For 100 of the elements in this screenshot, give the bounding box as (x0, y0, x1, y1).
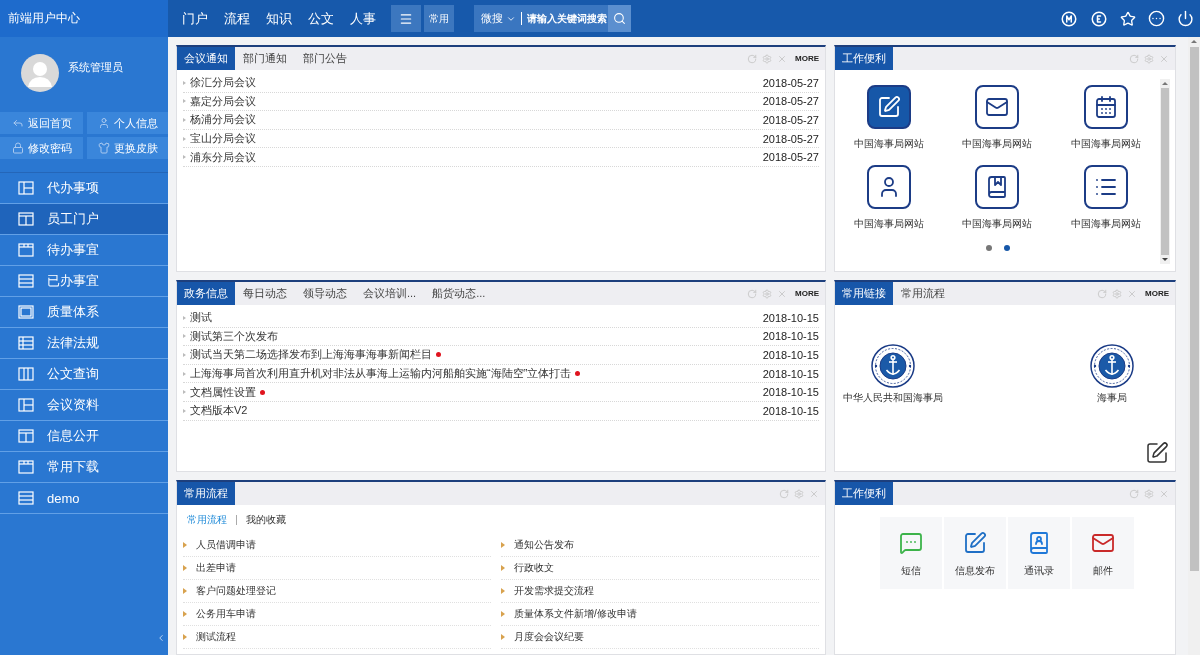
process-item[interactable]: 人员借调申请 (183, 534, 491, 557)
panel-tab[interactable]: 政务信息 (177, 282, 235, 305)
news-row[interactable]: 徐汇分局会议 2018-05-27 (183, 74, 819, 93)
link-label[interactable]: 海事局 (1097, 391, 1127, 405)
process-item[interactable]: 测试流程 (183, 626, 491, 649)
app-tile[interactable]: 短信 (880, 517, 942, 589)
more-link[interactable]: MORE (795, 289, 819, 298)
book-icon[interactable] (975, 165, 1020, 209)
search-button[interactable] (608, 5, 631, 32)
process-item[interactable]: 质量体系文件新增/修改申请 (501, 603, 819, 626)
page-scrollbar[interactable] (1188, 37, 1200, 655)
close-icon[interactable] (809, 488, 819, 499)
panel-tab[interactable]: 常用流程 (893, 282, 953, 305)
panel-tab[interactable]: 常用流程 (177, 482, 235, 505)
news-row[interactable]: 宝山分局会议 2018-05-27 (183, 129, 819, 149)
menu-button[interactable] (391, 5, 421, 32)
sub-tab[interactable]: 常用流程 (187, 513, 227, 527)
refresh-icon[interactable] (779, 488, 789, 499)
process-item[interactable]: 月度会会议纪要 (501, 626, 819, 649)
page-dot-icon[interactable] (985, 245, 992, 251)
user-icon[interactable] (867, 165, 912, 209)
more-options-icon[interactable] (1148, 10, 1165, 27)
sub-tab[interactable]: 我的收藏 (246, 513, 286, 527)
news-row[interactable]: 测试第三个次发布 2018-10-15 (183, 327, 819, 347)
process-item[interactable]: 出差申请 (183, 557, 491, 580)
calendar-icon[interactable] (1083, 85, 1128, 129)
profile-action-button[interactable]: 个人信息 (87, 112, 168, 134)
app-tile[interactable]: 通讯录 (1008, 517, 1070, 589)
profile-action-button[interactable]: 更换皮肤 (87, 137, 168, 159)
sidebar-item[interactable]: 信息公开 (0, 421, 168, 452)
refresh-icon[interactable] (1129, 488, 1139, 499)
process-item[interactable]: 公务用车申请 (183, 603, 491, 626)
more-link[interactable]: MORE (1145, 289, 1169, 298)
sidebar-item[interactable]: demo (0, 483, 168, 514)
nav-link[interactable]: 流程 (224, 9, 250, 28)
news-row[interactable]: 文档属性设置 2018-10-15 (183, 383, 819, 402)
panel-tab[interactable]: 会议通知 (177, 47, 235, 70)
panel-tab[interactable]: 会议培训... (355, 282, 425, 305)
page-dot-icon[interactable] (1003, 245, 1010, 251)
sidebar-item[interactable]: 员工门户 (0, 204, 168, 235)
news-row[interactable]: 上海海事局首次利用直升机对非法从事海上运输内河船舶实施“海陆空”立体打击 2018-10-15 (183, 364, 819, 384)
settings-icon[interactable] (1144, 488, 1154, 499)
settings-icon[interactable] (794, 488, 804, 499)
app-tile[interactable]: 邮件 (1072, 517, 1134, 589)
sidebar-item[interactable]: 公文查询 (0, 359, 168, 390)
circled-e-icon[interactable] (1090, 9, 1108, 28)
link-label[interactable]: 中华人民共和国海事局 (843, 391, 943, 405)
sidebar-item[interactable]: 法律法规 (0, 328, 168, 359)
settings-icon[interactable] (1144, 53, 1154, 64)
nav-link[interactable]: 人事 (350, 9, 376, 28)
process-item[interactable]: 开发需求提交流程 (501, 580, 819, 603)
process-item[interactable]: 通知公告发布 (501, 534, 819, 557)
profile-action-button[interactable]: 修改密码 (0, 137, 83, 159)
panel-tab[interactable]: 部门通知 (235, 47, 295, 70)
panel-tab[interactable]: 领导动态 (295, 282, 355, 305)
nav-link[interactable]: 知识 (266, 9, 292, 28)
sidebar-item[interactable]: 常用下载 (0, 452, 168, 483)
sidebar-item[interactable]: 待办事宜 (0, 235, 168, 266)
search-field[interactable]: 请输入关键词搜索 (522, 5, 608, 32)
process-item[interactable]: 行政收文 (501, 557, 819, 580)
panel-tab[interactable]: 常用链接 (835, 282, 893, 305)
power-icon[interactable] (1177, 10, 1194, 27)
star-icon[interactable] (1120, 10, 1136, 27)
nav-link[interactable]: 公文 (308, 9, 334, 28)
settings-icon[interactable] (1112, 288, 1122, 299)
close-icon[interactable] (777, 288, 787, 299)
news-row[interactable]: 测试 2018-10-15 (183, 309, 819, 328)
sidebar-item[interactable]: 已办事宜 (0, 266, 168, 297)
refresh-icon[interactable] (747, 288, 757, 299)
news-row[interactable]: 杨浦分局会议 2018-05-27 (183, 111, 819, 130)
panel-tab[interactable]: 工作便利 (835, 47, 893, 70)
more-link[interactable]: MORE (795, 54, 819, 63)
settings-icon[interactable] (762, 288, 772, 299)
news-row[interactable]: 浦东分局会议 2018-05-27 (183, 148, 819, 167)
news-row[interactable]: 嘉定分局会议 2018-05-27 (183, 92, 819, 112)
panel-tab[interactable]: 每日动态 (235, 282, 295, 305)
pencil-square-icon[interactable] (867, 85, 912, 129)
circled-m-icon[interactable] (1060, 9, 1078, 28)
panel-tab[interactable]: 部门公告 (295, 47, 355, 70)
process-item[interactable]: 客户问题处理登记 (183, 580, 491, 603)
close-icon[interactable] (777, 53, 787, 64)
sidebar-item[interactable]: 会议资料 (0, 390, 168, 421)
news-row[interactable]: 测试当天第二场选择发布到上海海事海事新闻栏目 2018-10-15 (183, 346, 819, 365)
sidebar-item[interactable]: 质量体系 (0, 297, 168, 328)
panel-tab[interactable]: 工作便利 (835, 482, 893, 505)
app-tile[interactable]: 信息发布 (944, 517, 1006, 589)
pencil-square-icon[interactable] (1145, 441, 1169, 465)
search-scope-dropdown[interactable]: 微搜 (474, 5, 521, 32)
close-icon[interactable] (1127, 288, 1137, 299)
close-icon[interactable] (1159, 488, 1169, 499)
refresh-icon[interactable] (1129, 53, 1139, 64)
refresh-icon[interactable] (1097, 288, 1107, 299)
nav-link[interactable]: 门户 (182, 9, 208, 28)
collapse-icon[interactable] (156, 633, 166, 643)
panel-scrollbar[interactable] (1160, 79, 1170, 264)
news-row[interactable]: 文档版本V2 2018-10-15 (183, 401, 819, 421)
list-icon[interactable] (1083, 165, 1128, 209)
profile-action-button[interactable]: 返回首页 (0, 112, 83, 134)
quick-link-button[interactable]: 常用 (424, 5, 454, 32)
panel-tab[interactable]: 船货动态... (424, 282, 494, 305)
